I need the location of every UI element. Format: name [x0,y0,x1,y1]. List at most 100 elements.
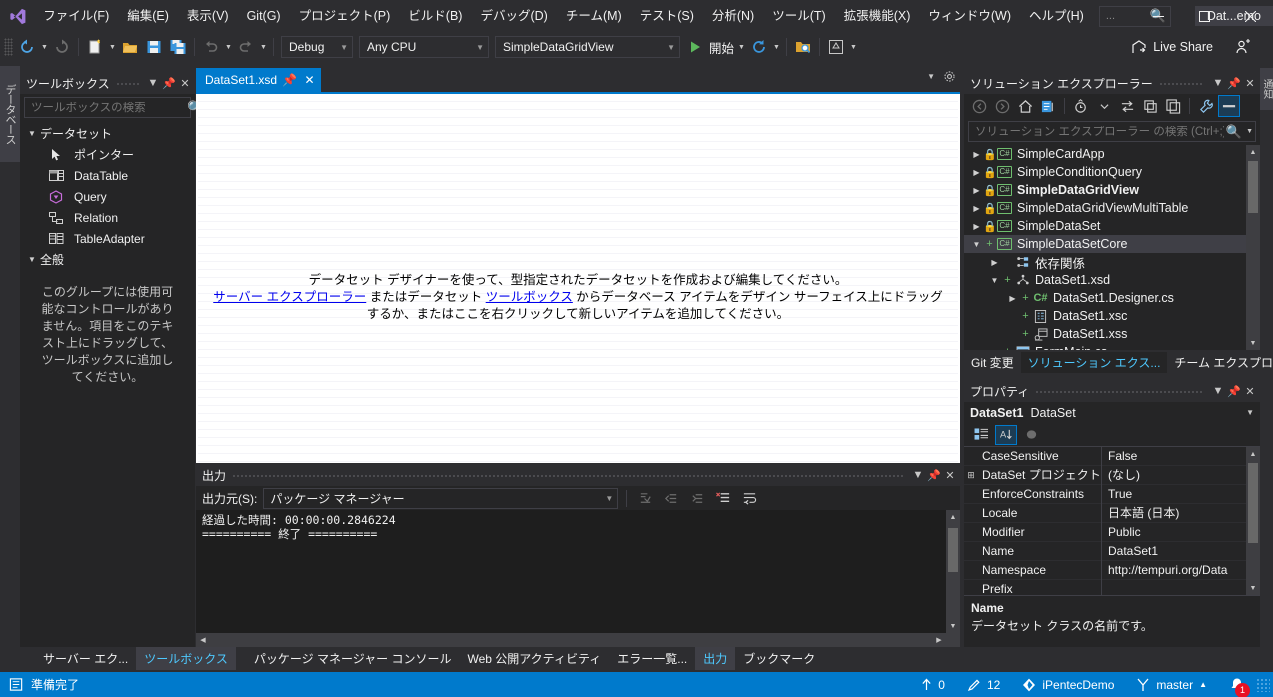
save-all-icon[interactable] [166,35,190,59]
sync-with-active-document-icon[interactable] [1116,95,1138,117]
autohide-tab-notifications[interactable]: 通知 [1260,68,1273,110]
add-account-icon[interactable] [1231,35,1255,59]
tree-item-simpleconditionquery[interactable]: ▶ 🔒 C# SimpleConditionQuery [964,163,1260,181]
expand-plus-icon[interactable]: ⊞ [964,470,978,481]
output-vertical-scrollbar[interactable]: ▲ ▼ [946,510,960,633]
tree-item-dataset1-xsd[interactable]: ▼ + DataSet1.xsd [964,271,1260,289]
scroll-up-icon[interactable]: ▲ [1246,145,1260,159]
pending-changes-filter-icon[interactable] [1070,95,1092,117]
autohide-tab-server-explorer[interactable]: データベース [0,66,20,162]
toolbox-item-relation[interactable]: Relation [20,207,195,228]
triangle-collapsed-icon[interactable]: ▶ [970,222,983,231]
chevron-down-icon[interactable]: ▼ [1210,382,1226,400]
property-value[interactable]: (なし) [1102,466,1260,485]
chevron-down-icon[interactable]: ▼ [1210,74,1226,92]
drag-handle-dots[interactable] [115,72,139,94]
solution-explorer-search-box[interactable]: 🔍 ▼ [968,121,1256,142]
toolbar-overflow-icon[interactable]: ▼ [848,35,859,59]
scrollbar-thumb[interactable] [948,528,958,572]
property-row[interactable]: Modifier Public [964,522,1260,542]
navigate-forward-icon[interactable] [50,35,74,59]
output-horizontal-scrollbar[interactable]: ◀ ▶ [196,633,946,647]
menu-item-extensions[interactable]: 拡張機能(X) [835,4,920,28]
undo-dropdown-icon[interactable]: ▼ [223,35,234,59]
start-dropdown-icon[interactable]: ▼ [736,35,747,59]
categorized-view-icon[interactable] [970,425,992,445]
toolbox-group-general[interactable]: ▼ 全般 [20,249,195,270]
bottom-tab-web-publish-activity[interactable]: Web 公開アクティビティ [459,647,609,670]
select-element-icon[interactable] [824,35,848,59]
document-tab-dataset1-xsd[interactable]: DataSet1.xsd 📌 ✕ [196,68,322,92]
property-pages-icon[interactable] [1020,425,1042,445]
pin-icon[interactable]: 📌 [926,466,942,484]
triangle-expanded-icon[interactable]: ▼ [988,348,1001,351]
property-row[interactable]: Locale 日本語 (日本) [964,503,1260,523]
scrollbar-thumb[interactable] [1248,161,1258,213]
close-icon[interactable]: ✕ [1242,382,1258,400]
notifications-button[interactable]: 1 [1218,672,1256,697]
home-icon[interactable] [1014,95,1036,117]
maximize-button[interactable] [1181,0,1227,32]
outgoing-commits[interactable]: 0 [910,672,956,697]
scroll-up-icon[interactable]: ▲ [1246,447,1260,461]
collapse-all-icon[interactable] [1162,95,1184,117]
navigate-backward-dropdown-icon[interactable]: ▼ [39,35,50,59]
properties-scrollbar[interactable]: ▲ ▼ [1246,447,1260,595]
drag-handle-dots[interactable] [232,464,904,486]
go-to-next-message-icon[interactable] [687,488,707,508]
bottom-tab-output[interactable]: 出力 [695,646,736,670]
dataset-designer-surface[interactable]: データセット デザイナーを使って、型指定されたデータセットを作成および編集してく… [198,94,958,463]
new-project-icon[interactable] [83,35,107,59]
triangle-expanded-icon[interactable]: ▼ [970,240,983,249]
bottom-tab-package-manager-console[interactable]: パッケージ マネージャー コンソール [246,647,460,670]
alphabetical-view-icon[interactable]: A [995,424,1017,445]
property-row[interactable]: CaseSensitive False [964,447,1260,466]
refresh-icon[interactable] [1139,95,1161,117]
property-value[interactable]: True [1102,485,1260,504]
resize-grip[interactable] [1256,677,1270,692]
tree-item-simplecardapp[interactable]: ▶ 🔒 C# SimpleCardApp [964,145,1260,163]
chevron-down-icon[interactable]: ▼ [145,74,161,92]
property-row[interactable]: ⊞ DataSet プロジェクト (なし) [964,465,1260,485]
branch-selector[interactable]: master ▲ [1125,672,1218,697]
close-icon[interactable]: ✕ [177,74,193,92]
scroll-right-icon[interactable]: ▶ [932,633,946,647]
toolbox-search-input[interactable] [31,101,185,114]
chevron-down-icon[interactable]: ▼ [910,466,926,484]
tree-item-formmain-cs[interactable]: ▼ + FormMain.cs [964,343,1260,350]
chevron-down-icon[interactable]: ▼ [1244,128,1253,135]
toolbox-search-box[interactable]: 🔍 ▼ [24,97,214,118]
pin-icon[interactable]: 📌 [1226,382,1242,400]
properties-object-selector[interactable]: DataSet1 DataSet ▼ [964,402,1260,423]
bottom-tab-bookmarks[interactable]: ブックマーク [735,647,823,670]
hot-reload-icon[interactable] [747,35,771,59]
preview-selected-items-icon[interactable] [1218,95,1240,117]
property-row[interactable]: Prefix [964,579,1260,596]
scrollbar-thumb[interactable] [1248,463,1258,543]
triangle-collapsed-icon[interactable]: ▶ [988,258,1001,267]
solution-explorer-view-icon[interactable] [1037,95,1059,117]
toolbox-item-datatable[interactable]: DataTable [20,165,195,186]
property-row[interactable]: Name DataSet1 [964,541,1260,561]
pin-icon[interactable]: 📌 [1226,74,1242,92]
property-value[interactable]: Public [1102,523,1260,542]
startup-project-combo[interactable]: SimpleDataGridView ▼ [495,36,680,58]
start-debug-play-icon[interactable] [683,35,707,59]
triangle-expanded-icon[interactable]: ▼ [988,276,1001,285]
bottom-tab-server-explorer[interactable]: サーバー エク... [35,647,136,670]
properties-grid[interactable]: CaseSensitive False ⊞ DataSet プロジェクト (なし… [964,447,1260,595]
close-icon[interactable]: ✕ [302,73,317,87]
tree-item-simpledatagridviewmultitable[interactable]: ▶ 🔒 C# SimpleDataGridViewMultiTable [964,199,1260,217]
dock-tab-solution-explorer[interactable]: ソリューション エクス... [1020,351,1168,373]
live-share-button[interactable]: Live Share [1131,39,1213,55]
property-row[interactable]: Namespace http://tempuri.org/Data [964,560,1260,580]
menu-item-git[interactable]: Git(G) [238,4,290,28]
new-project-dropdown-icon[interactable]: ▼ [107,35,118,59]
solution-platform-combo[interactable]: Any CPU ▼ [359,36,489,58]
toolbox-item-query[interactable]: Query [20,186,195,207]
tree-item-simpledataset[interactable]: ▶ 🔒 C# SimpleDataSet [964,217,1260,235]
tree-item-dataset1-xsc[interactable]: + DataSet1.xsc [964,307,1260,325]
toolbar-grip[interactable] [4,38,13,56]
property-value[interactable]: 日本語 (日本) [1102,504,1260,523]
property-value[interactable] [1102,580,1260,596]
